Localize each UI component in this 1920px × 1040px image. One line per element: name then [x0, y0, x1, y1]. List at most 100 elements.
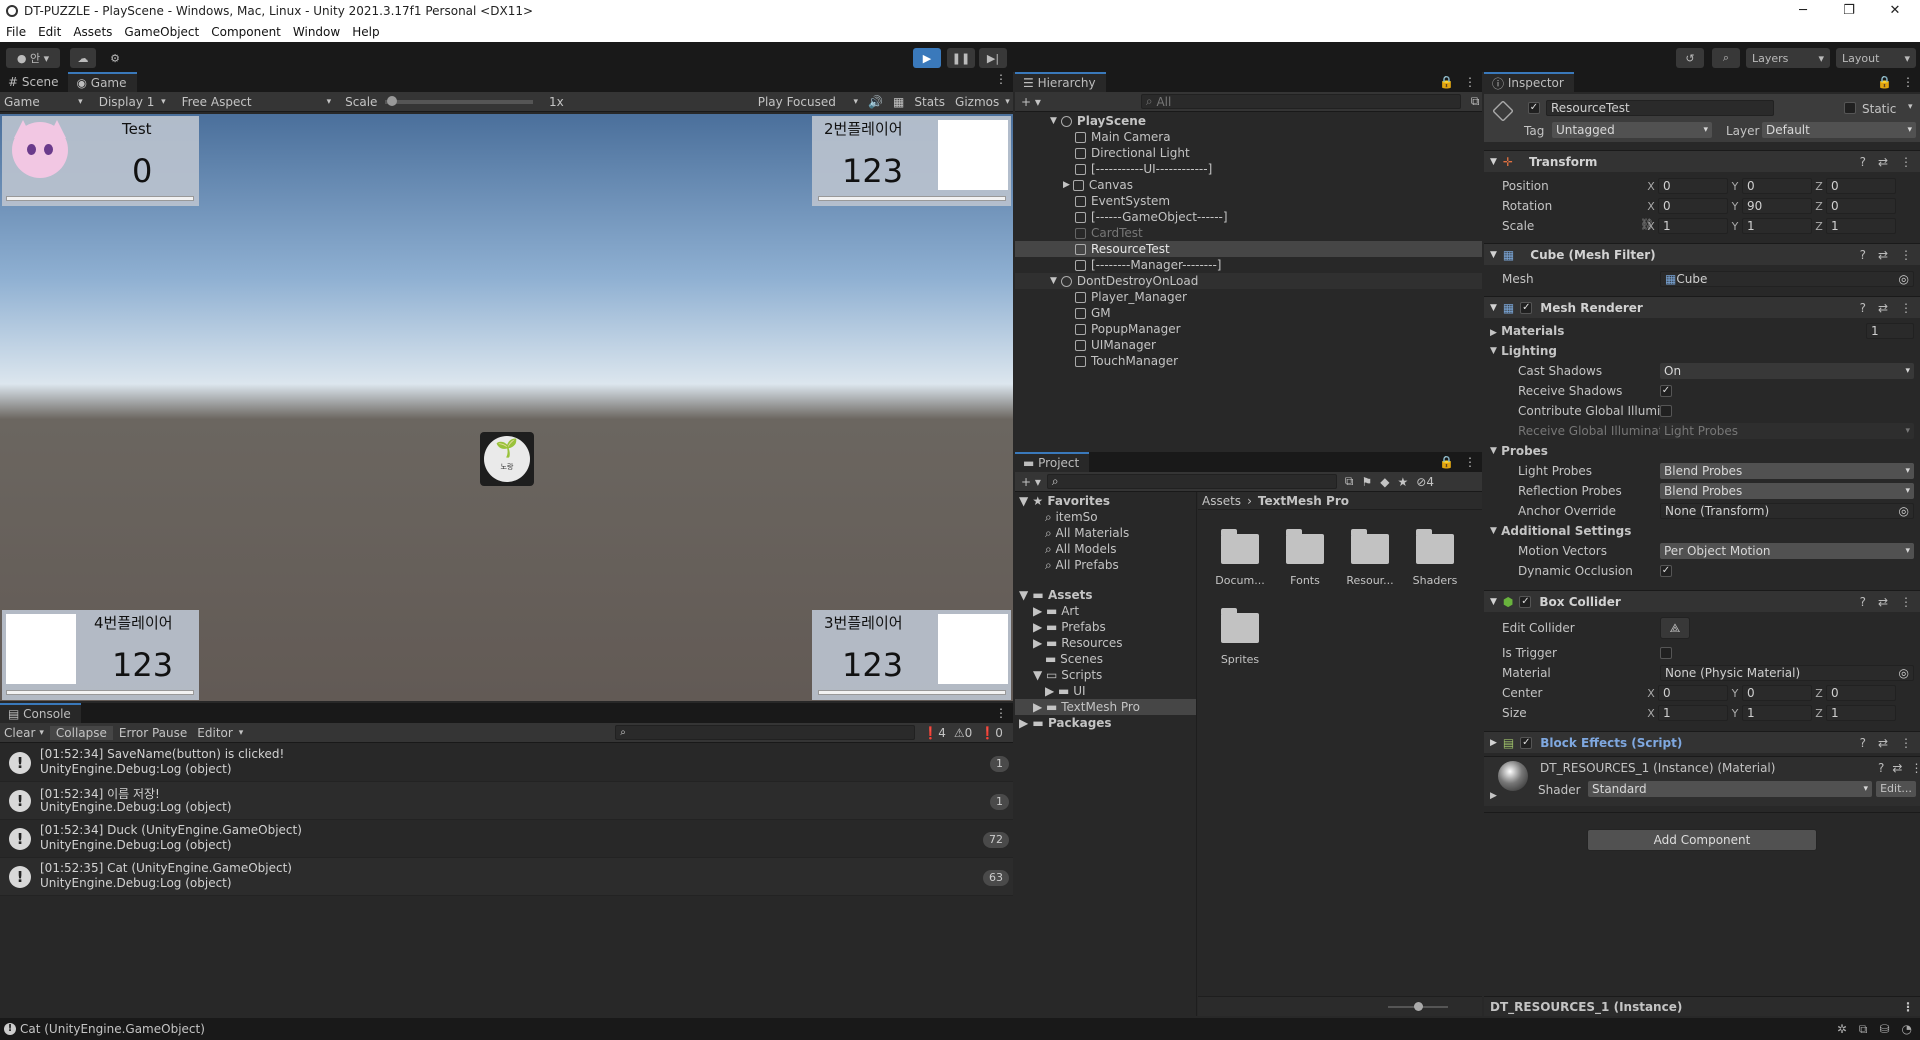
hierarchy-scene-dontdestroyonload[interactable]: ▼ DontDestroyOnLoad: [1050, 273, 1431, 289]
menu-window[interactable]: Window: [287, 25, 346, 39]
asset-folder-icon[interactable]: [1416, 529, 1454, 564]
materials-count-field[interactable]: 1: [1866, 323, 1914, 339]
static-dropdown-arrow[interactable]: ▾: [1908, 102, 1913, 112]
asset-folder-icon[interactable]: [1221, 608, 1259, 643]
tag-icon[interactable]: ◆: [1380, 475, 1389, 489]
help-icon[interactable]: ?: [1860, 248, 1866, 262]
tag-dropdown[interactable]: Untagged: [1552, 122, 1712, 138]
hierarchy-item[interactable]: Main Camera: [1075, 129, 1456, 145]
rotation-z-field[interactable]: 0: [1826, 198, 1896, 214]
light-probes-dropdown[interactable]: Blend Probes: [1660, 463, 1914, 479]
favorite-item[interactable]: ⌕ All Models: [1045, 542, 1117, 557]
asset-folder-icon[interactable]: [1351, 529, 1389, 564]
kebab-menu-icon[interactable]: ⋮: [1900, 736, 1912, 750]
game-viewport[interactable]: Test 0 2번플레이어 123 4번플레이어 123 3번플레이어 123 …: [0, 114, 1013, 701]
lock-icon[interactable]: 🔒: [1435, 455, 1458, 469]
inspector-preview-bar[interactable]: DT_RESOURCES_1 (Instance) ⋮: [1484, 996, 1920, 1016]
motion-vectors-dropdown[interactable]: Per Object Motion: [1660, 543, 1914, 559]
position-z-field[interactable]: 0: [1826, 178, 1896, 194]
hierarchy-item[interactable]: UIManager: [1075, 337, 1456, 353]
asset-folder-icon[interactable]: [1286, 529, 1324, 564]
object-picker-icon[interactable]: ◎: [1899, 666, 1909, 680]
pause-button[interactable]: ❚❚: [947, 48, 975, 68]
size-y-field[interactable]: 1: [1742, 705, 1812, 721]
folder-scripts[interactable]: ▼ ▭ Scripts: [1033, 668, 1102, 682]
history-icon[interactable]: ↺: [1676, 48, 1704, 68]
help-icon[interactable]: ?: [1860, 595, 1866, 609]
minimize-button[interactable]: ─: [1780, 0, 1826, 22]
breadcrumb-textmesh-pro[interactable]: TextMesh Pro: [1258, 494, 1349, 508]
lock-icon[interactable]: 🔒: [1873, 75, 1896, 89]
assets-root[interactable]: ▼ ▬ Assets: [1019, 588, 1093, 602]
lock-icon[interactable]: 🔒: [1435, 75, 1458, 89]
icon-size-slider-handle[interactable]: [1414, 1002, 1423, 1011]
menu-file[interactable]: File: [0, 25, 32, 39]
hierarchy-search-input[interactable]: ⌕ All: [1140, 94, 1461, 109]
size-x-field[interactable]: 1: [1658, 705, 1728, 721]
folder-art[interactable]: ▶ ▬ Art: [1033, 604, 1079, 618]
mesh-filter-header[interactable]: ▼ ▦ Cube (Mesh Filter) ? ⇄ ⋮: [1484, 243, 1920, 265]
preset-icon[interactable]: ⇄: [1878, 155, 1888, 169]
tab-scene[interactable]: # Scene: [0, 72, 68, 92]
favorite-item[interactable]: ⌕ All Materials: [1045, 526, 1129, 541]
grid-layout-icon[interactable]: ▦: [893, 95, 904, 109]
contribute-gi-checkbox[interactable]: [1660, 405, 1672, 417]
layout-dropdown[interactable]: Layout ▾: [1836, 48, 1916, 68]
kebab-menu-icon[interactable]: ⋮: [1902, 1000, 1920, 1014]
log-entry[interactable]: ! [01:52:34] SaveName(button) is clicked…: [0, 744, 1013, 782]
help-icon[interactable]: ?: [1878, 761, 1884, 775]
is-trigger-checkbox[interactable]: [1660, 647, 1672, 659]
receive-shadows-checkbox[interactable]: ✓: [1660, 385, 1672, 397]
tab-project[interactable]: ▬ Project: [1015, 452, 1090, 472]
add-component-button[interactable]: Add Component: [1587, 829, 1817, 851]
mesh-renderer-header[interactable]: ▼ ▦ ✓ Mesh Renderer ? ⇄ ⋮: [1484, 296, 1920, 318]
kebab-menu-icon[interactable]: ⋮: [1458, 455, 1482, 469]
account-dropdown[interactable]: ● 안 ▾: [6, 48, 60, 68]
center-z-field[interactable]: 0: [1826, 685, 1896, 701]
scene-visibility-icon[interactable]: ⧉: [1471, 94, 1480, 109]
static-checkbox[interactable]: [1844, 102, 1856, 114]
play-button[interactable]: ▶: [913, 48, 941, 68]
log-entry[interactable]: ! [01:52:34] 이름 저장! UnityEngine.Debug:Lo…: [0, 782, 1013, 820]
kebab-menu-icon[interactable]: ⋮: [989, 72, 1013, 92]
object-picker-icon[interactable]: ◎: [1899, 272, 1909, 286]
gizmos-dropdown[interactable]: Gizmos: [951, 93, 1013, 111]
hierarchy-item[interactable]: ▶ Canvas: [1063, 177, 1444, 193]
object-name-field[interactable]: ResourceTest: [1546, 100, 1774, 116]
menu-assets[interactable]: Assets: [67, 25, 118, 39]
kebab-menu-icon[interactable]: ⋮: [1910, 761, 1920, 775]
layer-dropdown[interactable]: Default: [1762, 122, 1916, 138]
status-message[interactable]: Cat (UnityEngine.GameObject): [20, 1022, 205, 1036]
expand-arrow-icon[interactable]: ▶: [1490, 791, 1497, 801]
folder-resources[interactable]: ▶ ▬ Resources: [1033, 636, 1123, 650]
kebab-menu-icon[interactable]: ⋮: [1900, 248, 1912, 262]
folder-prefabs[interactable]: ▶ ▬ Prefabs: [1033, 620, 1106, 634]
clear-button[interactable]: Clear: [0, 726, 39, 740]
mute-audio-icon[interactable]: 🔊: [868, 95, 883, 109]
preset-icon[interactable]: ⇄: [1878, 301, 1888, 315]
icon-size-slider[interactable]: [1388, 1002, 1448, 1011]
preset-icon[interactable]: ⇄: [1878, 248, 1888, 262]
hierarchy-item-selected[interactable]: ResourceTest: [1075, 241, 1456, 257]
menu-component[interactable]: Component: [205, 25, 287, 39]
folder-scenes[interactable]: ▬ Scenes: [1045, 652, 1103, 666]
anchor-override-field[interactable]: None (Transform) ◎: [1660, 503, 1914, 519]
search-by-label-icon[interactable]: ⚑: [1361, 475, 1372, 489]
preset-icon[interactable]: ⇄: [1892, 761, 1902, 775]
rotation-y-field[interactable]: 90: [1742, 198, 1812, 214]
menu-help[interactable]: Help: [346, 25, 385, 39]
lighting-foldout[interactable]: ▼ Lighting: [1484, 342, 1920, 360]
center-x-field[interactable]: 0: [1658, 685, 1728, 701]
search-icon[interactable]: ⌕: [1712, 48, 1740, 68]
kebab-menu-icon[interactable]: ⋮: [1896, 75, 1920, 89]
collab-icon[interactable]: ⚙: [104, 48, 126, 68]
editor-dropdown[interactable]: Editor: [193, 724, 239, 742]
dynamic-occlusion-checkbox[interactable]: ✓: [1660, 565, 1672, 577]
cache-server-icon[interactable]: ⛁: [1879, 1022, 1889, 1037]
progress-icon[interactable]: ◔: [1902, 1022, 1912, 1037]
hierarchy-item[interactable]: Player_Manager: [1075, 289, 1456, 305]
tab-hierarchy[interactable]: ☰ Hierarchy: [1015, 72, 1106, 92]
step-button[interactable]: ▶|: [979, 48, 1007, 68]
search-by-type-icon[interactable]: ⧉: [1345, 474, 1354, 489]
layers-dropdown[interactable]: Layers ▾: [1746, 48, 1830, 68]
